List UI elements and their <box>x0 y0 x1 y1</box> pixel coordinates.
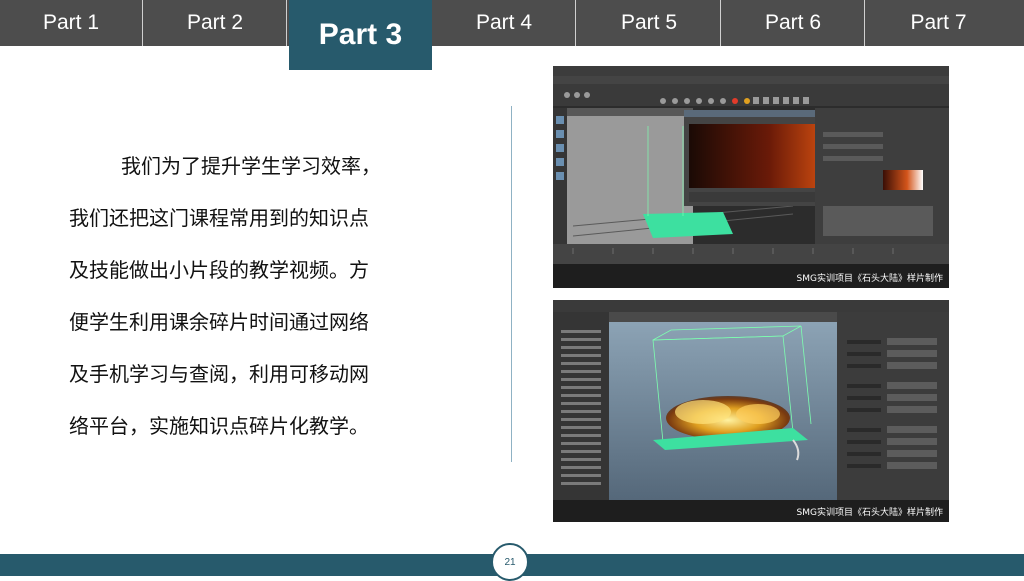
screenshot-caption: SMG实训项目《石头大陆》样片制作 <box>796 508 943 518</box>
tab-part-1[interactable]: Part 1 <box>0 0 143 46</box>
paragraph-line: 及技能做出小片段的教学视频。方 <box>69 258 369 282</box>
tab-part-2[interactable]: Part 2 <box>144 0 287 46</box>
tab-part-7[interactable]: Part 7 <box>867 0 1010 46</box>
paragraph-line: 便学生利用课余碎片时间通过网络 <box>69 310 369 334</box>
paragraph-line: 我们还把这门课程常用到的知识点 <box>69 206 369 230</box>
section-tab-bar: Part 1 Part 2 Part 3 Part 4 Part 5 Part … <box>0 0 1024 70</box>
maya-screenshot-fire: SMG实训项目《石头大陆》样片制作 <box>553 300 949 522</box>
screenshot-caption: SMG实训项目《石头大陆》样片制作 <box>796 274 943 284</box>
paragraph-line: 我们为了提升学生学习效率， <box>121 154 381 178</box>
tab-part-3[interactable]: Part 3 <box>289 0 432 70</box>
tab-part-4[interactable]: Part 4 <box>433 0 576 46</box>
paragraph-line: 及手机学习与查阅，利用可移动网 <box>69 362 369 386</box>
maya-screenshot-ramp: SMG实训项目《石头大陆》样片制作 <box>553 66 949 288</box>
paragraph-line: 络平台，实施知识点碎片化教学。 <box>69 414 369 438</box>
tab-part-5[interactable]: Part 5 <box>578 0 721 46</box>
body-paragraph: 我们为了提升学生学习效率， 我们还把这门课程常用到的知识点 及技能做出小片段的教… <box>69 140 399 452</box>
maya-fire-illustration <box>553 300 949 522</box>
vertical-divider <box>511 106 512 462</box>
page-number: 21 <box>491 543 529 581</box>
maya-ui-illustration <box>553 66 949 288</box>
tab-part-6[interactable]: Part 6 <box>722 0 865 46</box>
